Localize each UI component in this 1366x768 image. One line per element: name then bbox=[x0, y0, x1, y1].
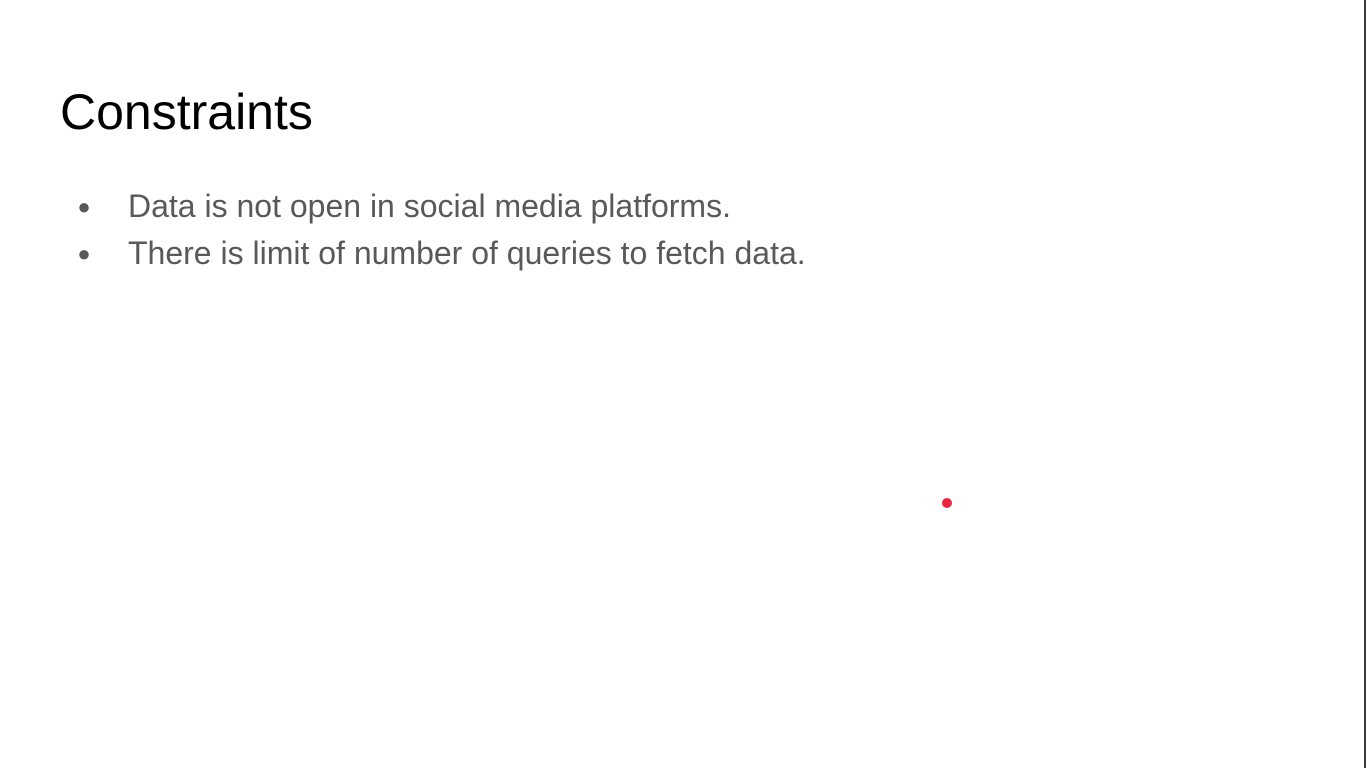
slide-title: Constraints bbox=[60, 84, 313, 140]
bullet-dot-icon: ● bbox=[77, 240, 91, 266]
bullet-list: ● Data is not open in social media platf… bbox=[70, 183, 806, 277]
bullet-text: There is limit of number of queries to f… bbox=[128, 235, 806, 271]
bullet-text: Data is not open in social media platfor… bbox=[128, 188, 731, 224]
bullet-dot-icon: ● bbox=[77, 193, 91, 219]
list-item: ● There is limit of number of queries to… bbox=[70, 230, 806, 277]
list-item: ● Data is not open in social media platf… bbox=[70, 183, 806, 230]
presentation-slide: Constraints ● Data is not open in social… bbox=[0, 0, 1366, 768]
laser-pointer-icon bbox=[942, 498, 952, 508]
